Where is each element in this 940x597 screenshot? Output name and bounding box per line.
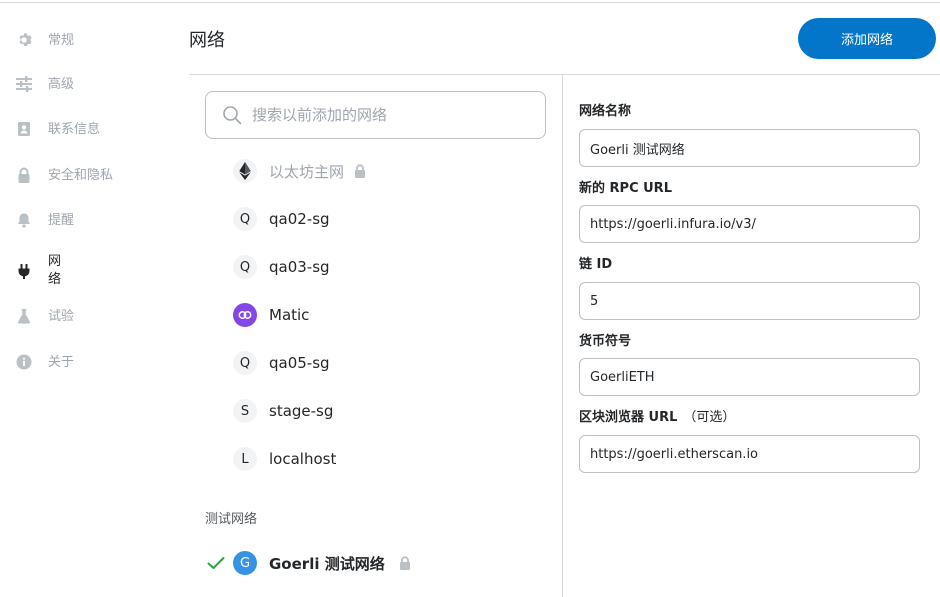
sidebar-item-label: 常规 [48,32,75,48]
add-network-button[interactable]: 添加网络 [798,18,936,59]
network-avatar: L [233,447,257,471]
lock-icon [16,167,32,183]
network-item-qa05-sg[interactable]: Q qa05-sg [233,350,330,376]
sidebar-item-security[interactable]: 安全和隐私 [16,163,113,187]
network-item-qa02-sg[interactable]: Q qa02-sg [233,206,330,232]
panel-divider [562,75,563,597]
sidebar-item-advanced[interactable]: 高级 [16,72,74,96]
currency-symbol-field[interactable] [579,358,920,396]
sidebar-item-label: 网络 [48,254,62,287]
network-name-field[interactable] [579,129,920,167]
network-name: localhost [269,450,337,468]
header-divider [189,74,940,75]
network-name: Matic [269,306,310,324]
network-avatar: S [233,399,257,423]
chain-id-label: 链 ID [579,257,613,272]
plug-icon [16,263,32,279]
network-item-mainnet[interactable]: 以太坊主网 [233,158,366,184]
block-explorer-field[interactable] [579,435,920,473]
network-avatar: Q [233,351,257,375]
bell-icon [16,212,32,228]
sidebar-item-label: 试验 [48,308,75,324]
network-name: Goerli 测试网络 [269,554,385,573]
rpc-url-label: 新的 RPC URL [579,181,672,196]
rpc-url-field[interactable] [579,205,920,243]
lock-icon [399,556,411,570]
network-item-matic[interactable]: Matic [233,302,309,328]
sidebar-item-label: 提醒 [48,212,75,228]
test-networks-heading: 测试网络 [205,512,258,527]
contact-book-icon [16,121,32,137]
network-item-qa03-sg[interactable]: Q qa03-sg [233,254,330,280]
checkmark-icon [207,556,225,570]
search-icon [222,105,242,125]
ethereum-icon [233,159,257,183]
network-item-localhost[interactable]: L localhost [233,446,336,472]
network-item-stage-sg[interactable]: S stage-sg [233,398,333,424]
network-avatar: Q [233,207,257,231]
flask-icon [16,308,32,324]
top-border [0,2,940,3]
lock-icon [354,164,366,178]
sidebar-item-contacts[interactable]: 联系信息 [16,117,100,141]
sidebar-item-general[interactable]: 常规 [16,28,74,52]
network-item-goerli[interactable]: G Goerli 测试网络 [207,550,411,576]
block-explorer-label-text: 区块浏览器 URL [579,410,678,425]
sidebar-item-label: 联系信息 [48,121,101,137]
sidebar-item-label: 高级 [48,76,75,92]
network-name: qa03-sg [269,258,330,276]
sidebar-item-networks[interactable]: 网络 [16,252,66,290]
sidebar-item-alerts[interactable]: 提醒 [16,208,74,232]
network-avatar: G [233,551,257,575]
gear-icon [16,32,32,48]
sliders-icon [16,76,32,92]
page-title: 网络 [189,30,225,51]
network-name-label: 网络名称 [579,104,632,119]
network-name: qa05-sg [269,354,330,372]
network-name: stage-sg [269,402,334,420]
network-search-input[interactable] [252,106,532,124]
optional-note: （可选） [683,410,736,425]
network-name: 以太坊主网 [269,162,345,181]
block-explorer-label: 区块浏览器 URL （可选） [579,406,735,425]
info-icon [16,354,32,370]
currency-symbol-label: 货币符号 [579,334,632,349]
chain-id-field[interactable] [579,282,920,320]
sidebar-item-label: 关于 [48,354,75,370]
network-avatar: Q [233,255,257,279]
sidebar-item-label: 安全和隐私 [48,167,114,183]
network-name: qa02-sg [269,210,330,228]
polygon-icon [233,303,257,327]
network-search-box [205,91,546,139]
sidebar-item-about[interactable]: 关于 [16,350,74,374]
sidebar-item-experimental[interactable]: 试验 [16,304,74,328]
